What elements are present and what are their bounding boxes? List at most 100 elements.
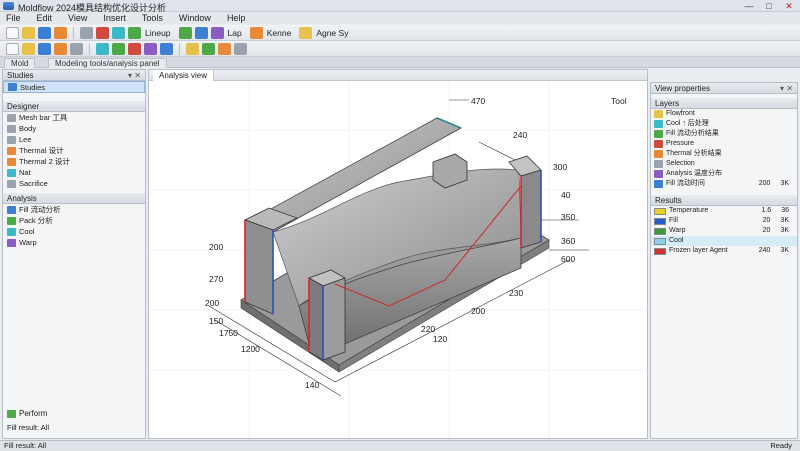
page-icon[interactable] bbox=[6, 42, 19, 55]
result-row[interactable]: Cool bbox=[651, 236, 797, 246]
left-panel: Studies ▾ ✕ Studies Designer Mesh bar 工具… bbox=[2, 69, 146, 439]
menu-help[interactable]: Help bbox=[227, 12, 246, 24]
layer-label: Selection bbox=[666, 160, 695, 167]
new-file-icon[interactable] bbox=[6, 26, 19, 39]
check-icon[interactable] bbox=[202, 42, 215, 55]
measure-icon[interactable] bbox=[249, 26, 263, 39]
light-icon[interactable] bbox=[186, 42, 199, 55]
rotate-icon[interactable] bbox=[178, 26, 192, 39]
layer-label: Fill 流动时间 bbox=[666, 180, 705, 187]
layer-row[interactable]: Pressure bbox=[651, 139, 797, 149]
wire-icon[interactable] bbox=[144, 42, 157, 55]
menu-file[interactable]: File bbox=[6, 12, 21, 24]
play-icon[interactable] bbox=[218, 42, 231, 55]
toolbar-label-kenne[interactable]: Kenne bbox=[267, 28, 292, 38]
result-label: Fill bbox=[669, 217, 678, 224]
tree-item[interactable]: Nat bbox=[3, 167, 145, 178]
result-value: 3K bbox=[780, 217, 789, 224]
open-folder-icon[interactable] bbox=[22, 26, 35, 39]
save-icon[interactable] bbox=[38, 26, 51, 39]
tab-modeling[interactable]: Modeling tools/analysis panel bbox=[48, 58, 167, 68]
disk-icon[interactable] bbox=[38, 42, 51, 55]
layers-header: Layers bbox=[651, 98, 797, 109]
front-post-face bbox=[308, 277, 324, 361]
secondary-toolbar bbox=[0, 41, 800, 57]
study-selected[interactable]: Studies bbox=[3, 81, 145, 93]
layer-icon[interactable] bbox=[160, 42, 173, 55]
mesh-icon[interactable] bbox=[128, 26, 141, 39]
settings-icon[interactable] bbox=[234, 42, 247, 55]
menu-edit[interactable]: Edit bbox=[37, 12, 53, 24]
color-swatch bbox=[654, 217, 666, 225]
layer-row[interactable]: Cool ↑ 后处理 bbox=[651, 119, 797, 129]
layer-row[interactable]: Fill 流动时间 200 3K bbox=[651, 179, 797, 189]
tree-item[interactable]: Mesh bar 工具 bbox=[3, 112, 145, 123]
toolbar-label-lineup[interactable]: Lineup bbox=[145, 28, 171, 38]
layer-row[interactable]: Analysis 温度分布 bbox=[651, 169, 797, 179]
tree-item[interactable]: Body bbox=[3, 123, 145, 134]
arrow-icon[interactable] bbox=[112, 42, 125, 55]
analysis-icon[interactable] bbox=[299, 26, 313, 39]
perform-row[interactable]: Perform bbox=[7, 409, 47, 418]
result-row[interactable]: Temperature 1.6 36 bbox=[651, 206, 797, 216]
folder-icon[interactable] bbox=[22, 42, 35, 55]
result-row[interactable]: Warp 20 3K bbox=[651, 226, 797, 236]
close-icon[interactable]: ✕ bbox=[782, 1, 796, 11]
layer-row[interactable]: Flowfront bbox=[651, 109, 797, 119]
tree-item[interactable]: Thermal 2 设计 bbox=[3, 156, 145, 167]
layer-row[interactable]: Thermal 分析结果 bbox=[651, 149, 797, 159]
stop-icon[interactable] bbox=[128, 42, 141, 55]
dim-label: 200 bbox=[205, 298, 219, 308]
view-properties-title: View properties bbox=[655, 84, 710, 93]
layer-icon bbox=[654, 110, 663, 118]
layer-label: Cool ↑ 后处理 bbox=[666, 120, 709, 127]
delete-icon[interactable] bbox=[96, 26, 109, 39]
menu-insert[interactable]: Insert bbox=[103, 12, 126, 24]
left-block-front bbox=[244, 219, 274, 315]
analysis-item[interactable]: Warp bbox=[3, 237, 145, 248]
layer-icon bbox=[654, 170, 663, 178]
cube-icon[interactable] bbox=[54, 42, 67, 55]
panel-pin-icon[interactable]: ▾ ✕ bbox=[128, 70, 141, 81]
menu-window[interactable]: Window bbox=[179, 12, 211, 24]
right-block-front bbox=[520, 169, 542, 249]
analysis-item[interactable]: Cool bbox=[3, 226, 145, 237]
menu-tools[interactable]: Tools bbox=[142, 12, 163, 24]
analysis-item[interactable]: Pack 分析 bbox=[3, 215, 145, 226]
select-icon[interactable] bbox=[112, 26, 125, 39]
maximize-icon[interactable]: □ bbox=[762, 1, 776, 11]
result-value: 3K bbox=[780, 247, 789, 254]
layer-row[interactable]: Fill 流动分析结果 bbox=[651, 129, 797, 139]
tree-item-label: Nat bbox=[19, 168, 31, 177]
shade-icon[interactable] bbox=[96, 42, 109, 55]
toolbar-label-agne[interactable]: Agne Sy bbox=[316, 28, 348, 38]
print-icon[interactable] bbox=[70, 42, 83, 55]
panel-close-icon[interactable]: ▾ ✕ bbox=[780, 83, 793, 94]
copy-icon[interactable] bbox=[80, 26, 93, 39]
toolbar-label-lap[interactable]: Lap bbox=[228, 28, 242, 38]
layers-title: Layers bbox=[655, 99, 680, 108]
analysis-header: Analysis bbox=[3, 193, 145, 204]
result-row[interactable]: Frozen layer Agent 240 3K bbox=[651, 246, 797, 256]
tree-item[interactable]: Thermal 设计 bbox=[3, 145, 145, 156]
dim-label: 200 bbox=[471, 306, 485, 316]
menu-view[interactable]: View bbox=[68, 12, 87, 24]
tree-item-label: Mesh bar 工具 bbox=[19, 113, 68, 122]
dim-label: 360 bbox=[561, 236, 575, 246]
status-bar: Fill result: All Ready bbox=[0, 440, 800, 450]
analysis-item-label: Cool bbox=[19, 227, 35, 236]
zoom-icon[interactable] bbox=[210, 26, 224, 39]
3d-viewport[interactable]: Analysis view 470 240 300 200 40 350 360… bbox=[148, 69, 648, 439]
layer-label: Analysis 温度分布 bbox=[666, 170, 723, 177]
pan-icon[interactable] bbox=[194, 26, 208, 39]
tree-item[interactable]: Sacrifice bbox=[3, 178, 145, 189]
import-icon[interactable] bbox=[54, 26, 67, 39]
result-row[interactable]: Fill 20 3K bbox=[651, 216, 797, 226]
tree-item[interactable]: Lee bbox=[3, 134, 145, 145]
tab-mold[interactable]: Mold bbox=[4, 58, 36, 68]
result-values: 1.6 36 bbox=[761, 206, 797, 216]
analysis-item[interactable]: Fill 流动分析 bbox=[3, 204, 145, 215]
warp-icon bbox=[7, 238, 16, 247]
layer-row[interactable]: Selection bbox=[651, 159, 797, 169]
minimize-icon[interactable]: — bbox=[742, 1, 756, 11]
